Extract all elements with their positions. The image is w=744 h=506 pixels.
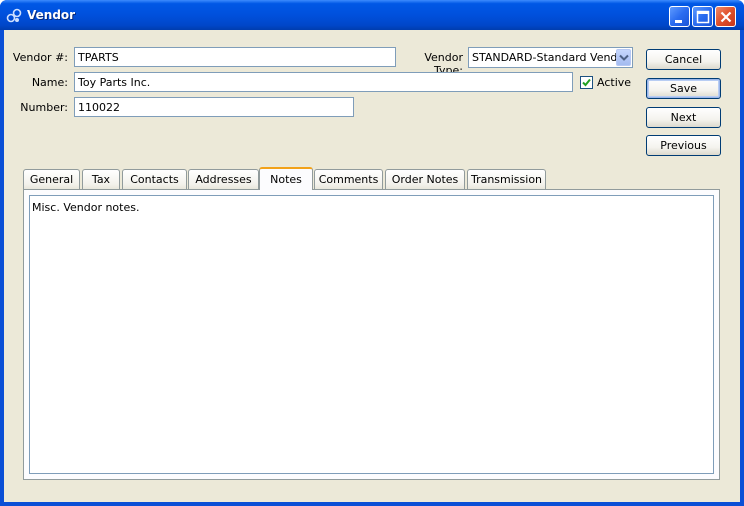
- window-client-area: Vendor #: TPARTS Vendor Type: STANDARD-S…: [4, 30, 740, 502]
- title-bar[interactable]: Vendor: [0, 0, 744, 30]
- name-field[interactable]: Toy Parts Inc.: [74, 72, 573, 92]
- vendor-window: Vendor Vendor #: TPARTS Vendor Type: STA…: [0, 0, 744, 506]
- tab-order-notes[interactable]: Order Notes: [385, 169, 465, 190]
- active-checkbox[interactable]: [580, 76, 593, 89]
- number-field[interactable]: 110022: [74, 97, 354, 117]
- minimize-button[interactable]: [669, 6, 690, 27]
- tab-notes[interactable]: Notes: [259, 167, 313, 190]
- vendor-type-value: STANDARD-Standard Vendor: [472, 51, 629, 64]
- window-title: Vendor: [27, 8, 76, 22]
- save-button[interactable]: Save: [646, 78, 721, 99]
- active-label: Active: [597, 76, 632, 89]
- cancel-button[interactable]: Cancel: [646, 49, 721, 70]
- vendor-type-select[interactable]: STANDARD-Standard Vendor: [468, 47, 633, 68]
- notes-textarea[interactable]: Misc. Vendor notes.: [29, 195, 714, 474]
- maximize-icon: [696, 10, 710, 24]
- tab-addresses[interactable]: Addresses: [188, 169, 259, 190]
- tab-transmission[interactable]: Transmission: [467, 169, 546, 190]
- number-label: Number:: [20, 101, 68, 114]
- minimize-icon: [675, 20, 682, 23]
- chevron-down-icon: [619, 54, 629, 61]
- next-button[interactable]: Next: [646, 107, 721, 128]
- tab-comments[interactable]: Comments: [314, 169, 383, 190]
- notes-tab-panel: Misc. Vendor notes.: [23, 189, 720, 480]
- tab-tax[interactable]: Tax: [82, 169, 120, 190]
- vendor-app-icon: [6, 8, 22, 24]
- vendor-number-label: Vendor #:: [12, 51, 68, 64]
- close-button[interactable]: [715, 6, 736, 27]
- vendor-number-field[interactable]: TPARTS: [74, 47, 396, 67]
- vendor-type-dropdown-button[interactable]: [616, 49, 631, 66]
- maximize-button[interactable]: [692, 6, 713, 27]
- tab-general[interactable]: General: [23, 169, 80, 190]
- name-label: Name:: [31, 76, 68, 89]
- checkmark-icon: [582, 78, 591, 87]
- tab-contacts[interactable]: Contacts: [122, 169, 187, 190]
- previous-button[interactable]: Previous: [646, 135, 721, 156]
- close-icon: [720, 11, 732, 23]
